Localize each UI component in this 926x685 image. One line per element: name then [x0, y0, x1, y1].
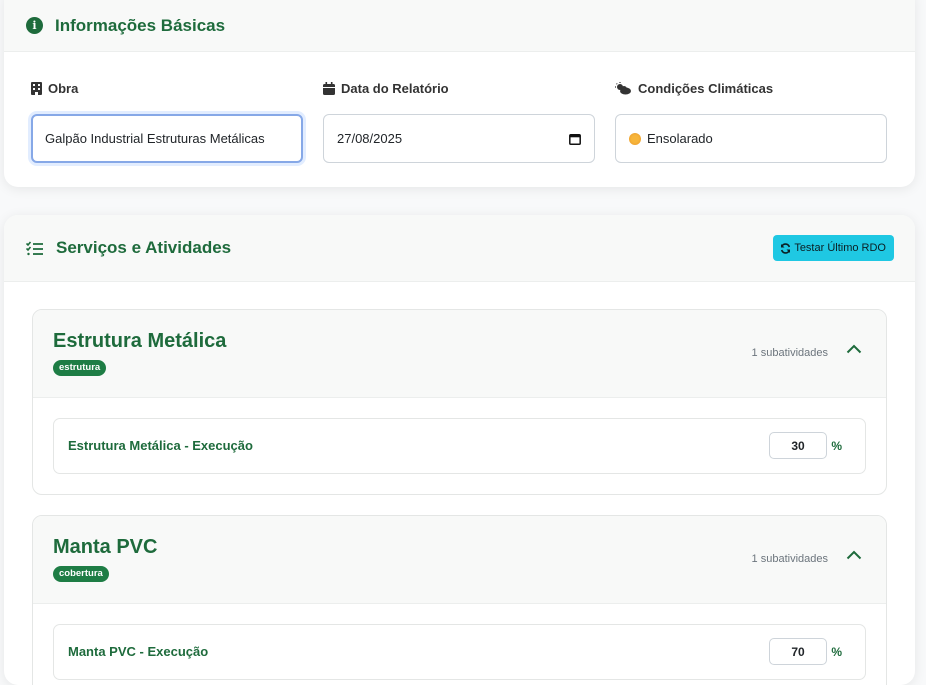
basic-info-header: i Informações Básicas: [4, 0, 915, 52]
calendar-picker-icon[interactable]: [569, 133, 581, 145]
cloud-sun-icon: [615, 81, 631, 94]
info-icon: i: [26, 17, 43, 34]
activity-label: Manta PVC - Execução: [68, 644, 209, 659]
weather-select[interactable]: Ensolarado: [615, 114, 887, 163]
activity-group-header[interactable]: Manta PVC cobertura 1 subatividades: [33, 516, 886, 604]
test-last-rdo-label: Testar Último RDO: [794, 242, 886, 254]
services-header: Serviços e Atividades Testar Último RDO: [4, 215, 915, 282]
weather-field: Condições Climáticas Ensolarado: [615, 79, 887, 163]
percent-input[interactable]: 30: [769, 432, 827, 459]
obra-input[interactable]: Galpão Industrial Estruturas Metálicas: [31, 114, 303, 163]
obra-value: Galpão Industrial Estruturas Metálicas: [45, 131, 265, 146]
sync-icon: [781, 242, 791, 254]
weather-label-text: Condições Climáticas: [638, 80, 774, 96]
sun-icon: [629, 132, 641, 145]
services-title: Serviços e Atividades: [56, 238, 232, 257]
date-field: Data do Relatório 27/08/2025: [323, 79, 595, 163]
date-value: 27/08/2025: [337, 131, 403, 146]
date-label: Data do Relatório: [323, 79, 595, 97]
basic-info-title: Informações Básicas: [55, 15, 226, 35]
category-badge: estrutura: [53, 360, 107, 376]
list-check-icon: [26, 240, 43, 255]
services-card: Serviços e Atividades Testar Último RDO …: [4, 215, 915, 685]
group-title: Manta PVC: [53, 536, 158, 558]
building-icon: [31, 81, 42, 95]
category-badge: cobertura: [53, 566, 109, 582]
subactivity-count: 1 subatividades: [751, 347, 828, 359]
obra-label-text: Obra: [48, 80, 79, 96]
activity-group: Estrutura Metálica estrutura 1 subativid…: [32, 309, 887, 495]
percent-sign: %: [831, 645, 842, 659]
calendar-icon: [323, 81, 335, 95]
date-input[interactable]: 27/08/2025: [323, 114, 595, 163]
percent-sign: %: [831, 439, 842, 453]
chevron-up-icon[interactable]: [846, 344, 862, 354]
group-title: Estrutura Metálica: [53, 330, 227, 352]
test-last-rdo-button[interactable]: Testar Último RDO: [773, 235, 894, 261]
activity-row: Manta PVC - Execução 70 %: [53, 624, 866, 680]
weather-value: Ensolarado: [647, 131, 713, 146]
activity-row: Estrutura Metálica - Execução 30 %: [53, 418, 866, 474]
percent-input[interactable]: 70: [769, 638, 827, 665]
subactivity-count: 1 subatividades: [751, 553, 828, 565]
basic-info-card: i Informações Básicas Obra Galpão Indust…: [4, 0, 915, 187]
activity-label: Estrutura Metálica - Execução: [68, 438, 253, 453]
date-label-text: Data do Relatório: [341, 80, 449, 96]
activity-group-header[interactable]: Estrutura Metálica estrutura 1 subativid…: [33, 310, 886, 398]
activity-group: Manta PVC cobertura 1 subatividades Mant…: [32, 515, 887, 685]
obra-field: Obra Galpão Industrial Estruturas Metáli…: [31, 79, 303, 163]
obra-label: Obra: [31, 79, 303, 97]
weather-label: Condições Climáticas: [615, 79, 887, 97]
chevron-up-icon[interactable]: [846, 550, 862, 560]
